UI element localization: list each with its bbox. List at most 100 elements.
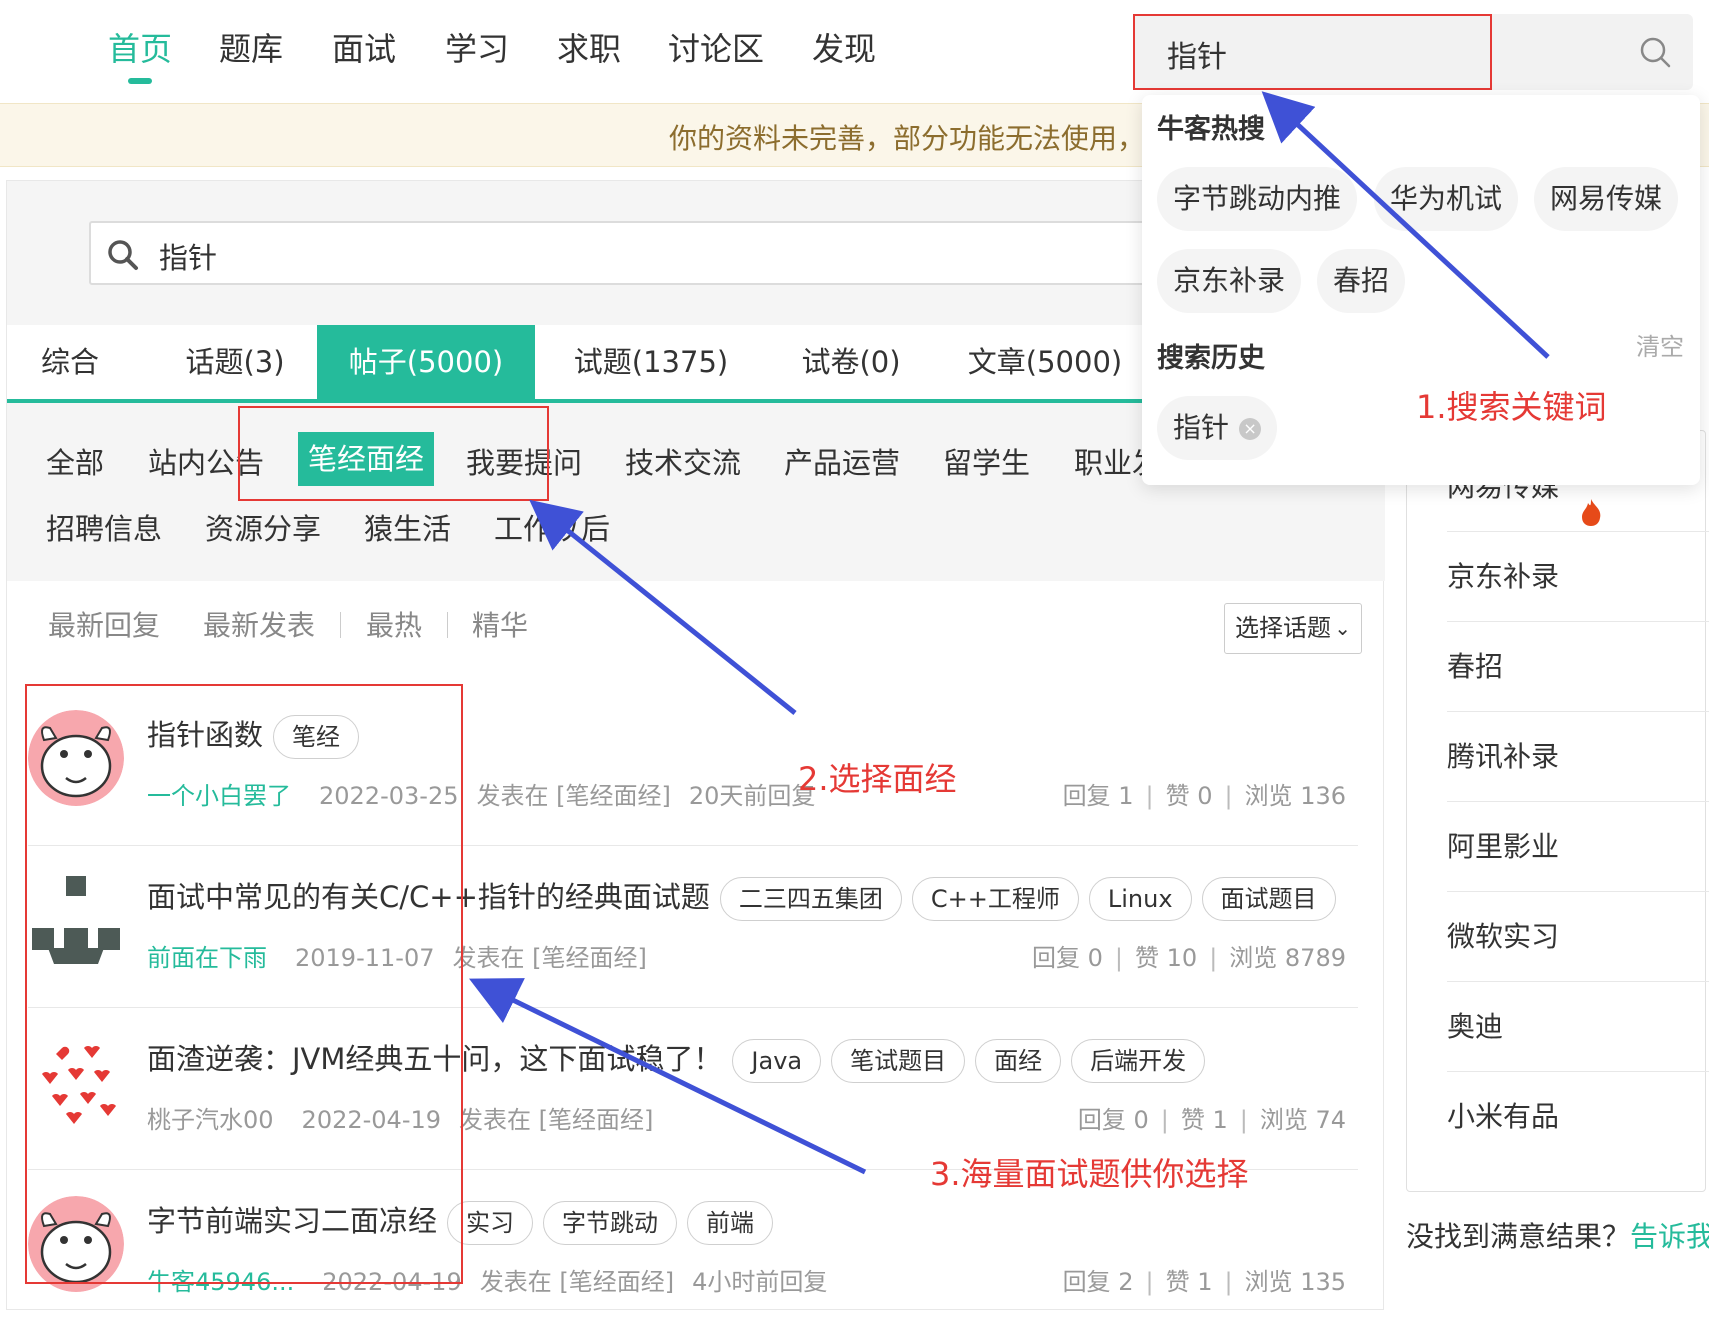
sidebar-item[interactable]: 春招 [1447, 622, 1709, 712]
category-after-work[interactable]: 工作以后 [494, 506, 610, 548]
sort-featured[interactable]: 精华 [472, 604, 528, 644]
nav-home[interactable]: 首页 [108, 24, 172, 70]
avatar[interactable] [28, 872, 124, 968]
post-title[interactable]: 面渣逆袭：JVM经典五十问，这下面试稳了！ Java 笔试题目 面经 后端开发 [147, 1036, 1206, 1083]
top-search-input[interactable]: 指针 [1133, 14, 1693, 90]
post-meta: 桃子汽水00 2022-04-19 发表在 [笔经面经] [147, 1100, 653, 1135]
tab-papers[interactable]: 试卷(0) [781, 325, 921, 399]
search-history-heading: 搜索历史 [1157, 343, 1265, 374]
nav-question-bank[interactable]: 题库 [219, 24, 283, 70]
sort-hottest[interactable]: 最热 [366, 604, 422, 644]
post-stats: 回复 0 | 赞 1 | 浏览 74 [1077, 1106, 1346, 1134]
post-tag[interactable]: 笔经 [273, 715, 360, 759]
post-replies: 回复 1 [1062, 782, 1134, 810]
post-tag[interactable]: 面经 [975, 1039, 1062, 1083]
post-views: 浏览 8789 [1229, 944, 1346, 972]
category-tech[interactable]: 技术交流 [625, 440, 741, 482]
hot-search-chip[interactable]: 华为机试 [1374, 167, 1519, 231]
post-views: 浏览 136 [1244, 782, 1346, 810]
avatar[interactable] [28, 710, 124, 806]
post-meta: 一个小白罢了 2022-03-25 发表在 [笔经面经] 20天前回复 [147, 776, 815, 811]
notice-text: 你的资料未完善，部分功能无法使用， [669, 122, 1146, 155]
hot-search-chip[interactable]: 字节跳动内推 [1157, 167, 1358, 231]
search-icon[interactable] [1637, 34, 1673, 70]
clear-history-button[interactable]: 清空 [1636, 327, 1684, 362]
hot-search-chip[interactable]: 京东补录 [1157, 249, 1302, 313]
category-abroad[interactable]: 留学生 [943, 440, 1030, 482]
post-author[interactable]: 一个小白罢了 [147, 782, 291, 810]
select-topic-label: 选择话题 [1235, 614, 1331, 642]
hot-search-heading: 牛客热搜 [1157, 114, 1265, 145]
tab-all[interactable]: 综合 [7, 325, 133, 399]
sidebar-item[interactable]: 微软实习 [1447, 892, 1709, 982]
post-author[interactable]: 牛客45946... [147, 1268, 294, 1296]
post-tag[interactable]: Linux [1088, 877, 1192, 921]
post-title-text: 字节前端实习二面凉经 [147, 1204, 438, 1238]
nav-interview[interactable]: 面试 [332, 24, 396, 70]
hot-search-chip[interactable]: 网易传媒 [1534, 167, 1679, 231]
post-tag[interactable]: Java [732, 1039, 822, 1083]
sidebar-item[interactable]: 小米有品 [1447, 1072, 1709, 1162]
avatar[interactable] [28, 1196, 124, 1292]
nav-jobs[interactable]: 求职 [557, 24, 621, 70]
post-row[interactable]: 指针函数 笔经 一个小白罢了 2022-03-25 发表在 [笔经面经] 20天前回复 … [28, 684, 1358, 846]
category-written-interview[interactable]: 笔经面经 [298, 432, 435, 486]
post-title[interactable]: 指针函数 笔经 [147, 712, 360, 759]
avatar[interactable] [28, 1034, 124, 1130]
nav-active-indicator [128, 78, 152, 84]
sidebar-item[interactable]: 奥迪 [1447, 982, 1709, 1072]
annotation-step-1: 1.搜索关键词 [1416, 388, 1607, 426]
main-search-input[interactable]: 指针 [89, 221, 1299, 285]
post-tag[interactable]: 前端 [687, 1201, 774, 1245]
feedback-link[interactable]: 告诉我 [1630, 1220, 1709, 1253]
category-career[interactable]: 职业发 [1074, 440, 1146, 482]
hearts-avatar-icon [28, 1034, 124, 1130]
category-resources[interactable]: 资源分享 [205, 506, 321, 548]
category-all[interactable]: 全部 [46, 440, 104, 482]
nav-discover[interactable]: 发现 [812, 24, 876, 70]
post-tag[interactable]: 面试题目 [1201, 877, 1336, 921]
tab-questions[interactable]: 试题(1375) [555, 325, 747, 399]
select-topic-dropdown[interactable]: 选择话题 ⌄ [1224, 603, 1362, 654]
post-title[interactable]: 面试中常见的有关C/C++指针的经典面试题 二三四五集团 C++工程师 Linux 面试… [147, 874, 1336, 921]
category-product[interactable]: 产品运营 [784, 440, 900, 482]
category-life[interactable]: 猿生活 [364, 506, 451, 548]
tab-posts[interactable]: 帖子(5000) [317, 325, 535, 399]
post-row[interactable]: 面试中常见的有关C/C++指针的经典面试题 二三四五集团 C++工程师 Linux 面试… [28, 846, 1358, 1008]
post-views: 浏览 135 [1244, 1268, 1346, 1296]
post-tag[interactable]: 二三四五集团 [719, 877, 902, 921]
sidebar-item[interactable]: 腾讯补录 [1447, 712, 1709, 802]
sort-latest-reply[interactable]: 最新回复 [48, 604, 160, 644]
post-likes: 赞 1 [1180, 1106, 1228, 1134]
annotation-step-3: 3.海量面试题供你选择 [930, 1155, 1249, 1193]
cow-avatar-icon [28, 710, 124, 806]
post-tag[interactable]: 实习 [447, 1201, 534, 1245]
category-recruit[interactable]: 招聘信息 [46, 506, 162, 548]
post-views: 浏览 74 [1259, 1106, 1346, 1134]
category-ask[interactable]: 我要提问 [466, 440, 582, 482]
post-tag[interactable]: 后端开发 [1071, 1039, 1206, 1083]
nav-learning[interactable]: 学习 [445, 24, 509, 70]
close-icon[interactable]: × [1239, 418, 1262, 440]
nav-discussion[interactable]: 讨论区 [668, 24, 764, 70]
category-announcement[interactable]: 站内公告 [148, 440, 264, 482]
hot-search-chip[interactable]: 春招 [1317, 249, 1406, 313]
sidebar-item[interactable]: 京东补录 [1447, 532, 1709, 622]
tab-articles[interactable]: 文章(5000) [955, 325, 1135, 399]
post-tag[interactable]: 笔试题目 [831, 1039, 966, 1083]
sort-latest-post[interactable]: 最新发表 [203, 604, 315, 644]
post-last-reply: 4小时前回复 [692, 1268, 828, 1296]
post-date: 2019-11-07 [295, 944, 435, 972]
post-title[interactable]: 字节前端实习二面凉经 实习 字节跳动 前端 [147, 1198, 774, 1245]
history-chip[interactable]: 指针 × [1157, 396, 1278, 460]
tab-topics[interactable]: 话题(3) [155, 325, 315, 399]
post-tag[interactable]: 字节跳动 [543, 1201, 678, 1245]
sidebar-item[interactable]: 阿里影业 [1447, 802, 1709, 892]
post-author[interactable]: 桃子汽水00 [147, 1106, 274, 1134]
post-last-reply: 20天前回复 [688, 782, 816, 810]
post-tag[interactable]: C++工程师 [911, 877, 1079, 921]
search-icon [108, 240, 138, 270]
post-author[interactable]: 前面在下雨 [147, 944, 267, 972]
cow-avatar-icon [28, 1196, 124, 1292]
post-row[interactable]: 面渣逆袭：JVM经典五十问，这下面试稳了！ Java 笔试题目 面经 后端开发 桃子汽水… [28, 1008, 1358, 1170]
